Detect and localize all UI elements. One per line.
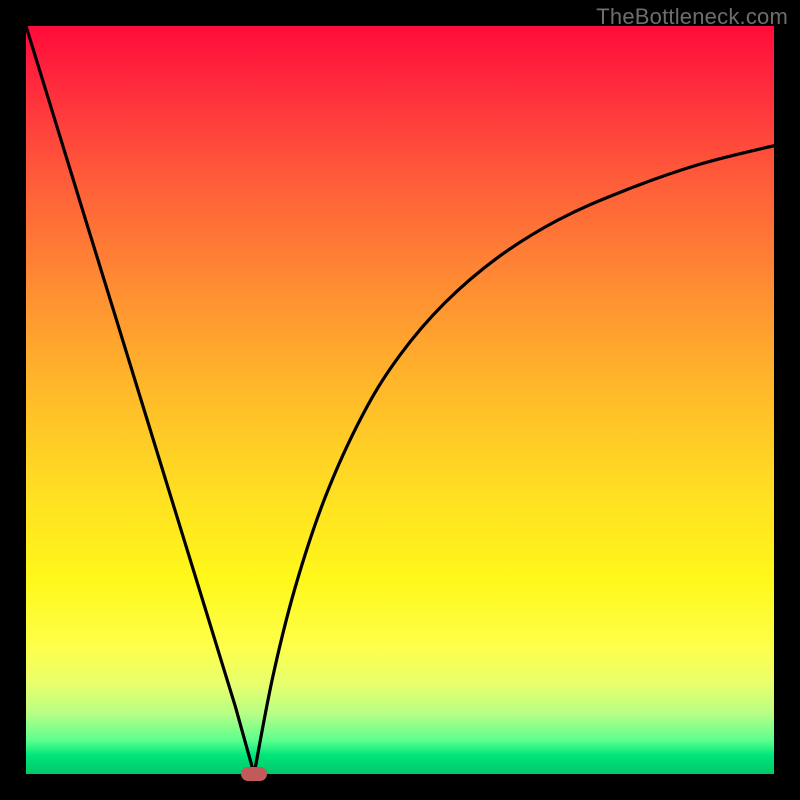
minimum-point-marker	[241, 767, 267, 781]
watermark-text: TheBottleneck.com	[596, 4, 788, 30]
bottleneck-curve	[26, 26, 774, 774]
chart-plot-area	[26, 26, 774, 774]
curve-path	[26, 26, 774, 774]
